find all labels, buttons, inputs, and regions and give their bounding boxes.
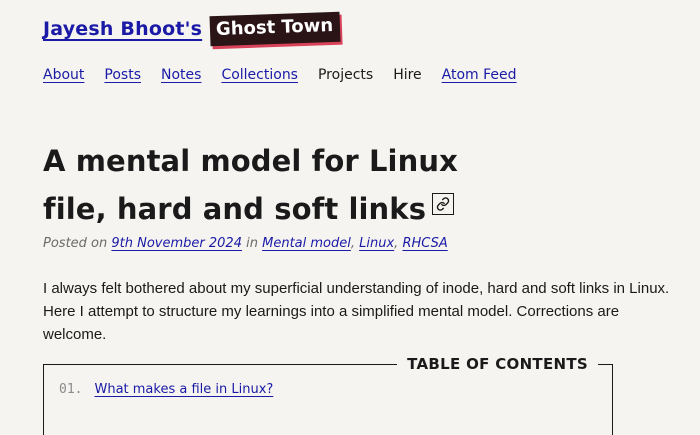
post-intro: I always felt bothered about my superfic… <box>43 280 670 343</box>
tag-link-linux[interactable]: Linux <box>359 236 394 251</box>
permalink-button[interactable] <box>432 193 455 215</box>
tag-separator: , <box>350 236 360 251</box>
link-icon <box>436 197 450 211</box>
main-nav: About Posts Notes Collections Projects H… <box>43 67 537 83</box>
nav-item-collections[interactable]: Collections <box>221 67 298 83</box>
posted-on-label: Posted on <box>43 236 108 251</box>
post-date-link[interactable]: 9th November 2024 <box>111 236 242 251</box>
post-title: A mental model for Linux file, hard and … <box>43 137 463 233</box>
toc-item-link[interactable]: What makes a file in Linux? <box>94 382 273 397</box>
tag-link-mental-model[interactable]: Mental model <box>262 236 351 251</box>
toc-heading: TABLE OF CONTENTS <box>397 354 598 374</box>
toc-item-number: 01. <box>59 382 83 397</box>
tag-link-rhcsa[interactable]: RHCSA <box>402 236 447 251</box>
ghost-town-badge: Ghost Town <box>209 11 341 47</box>
nav-item-projects: Projects <box>317 67 374 83</box>
toc-item: 01. What makes a file in Linux? <box>59 381 273 397</box>
nav-item-atom-feed[interactable]: Atom Feed <box>442 67 517 83</box>
site-title-link[interactable]: Jayesh Bhoot's <box>43 18 202 40</box>
table-of-contents: TABLE OF CONTENTS 01. What makes a file i… <box>43 354 613 435</box>
nav-item-notes[interactable]: Notes <box>161 67 201 83</box>
post-title-text: A mental model for Linux file, hard and … <box>43 144 458 226</box>
nav-item-about[interactable]: About <box>43 67 84 83</box>
post-meta: Posted on 9th November 2024 in Mental mo… <box>43 236 448 251</box>
nav-item-posts[interactable]: Posts <box>104 67 141 83</box>
site-header: Jayesh Bhoot's Ghost Town <box>43 11 341 47</box>
in-label: in <box>246 236 258 251</box>
nav-item-hire: Hire <box>393 67 422 83</box>
